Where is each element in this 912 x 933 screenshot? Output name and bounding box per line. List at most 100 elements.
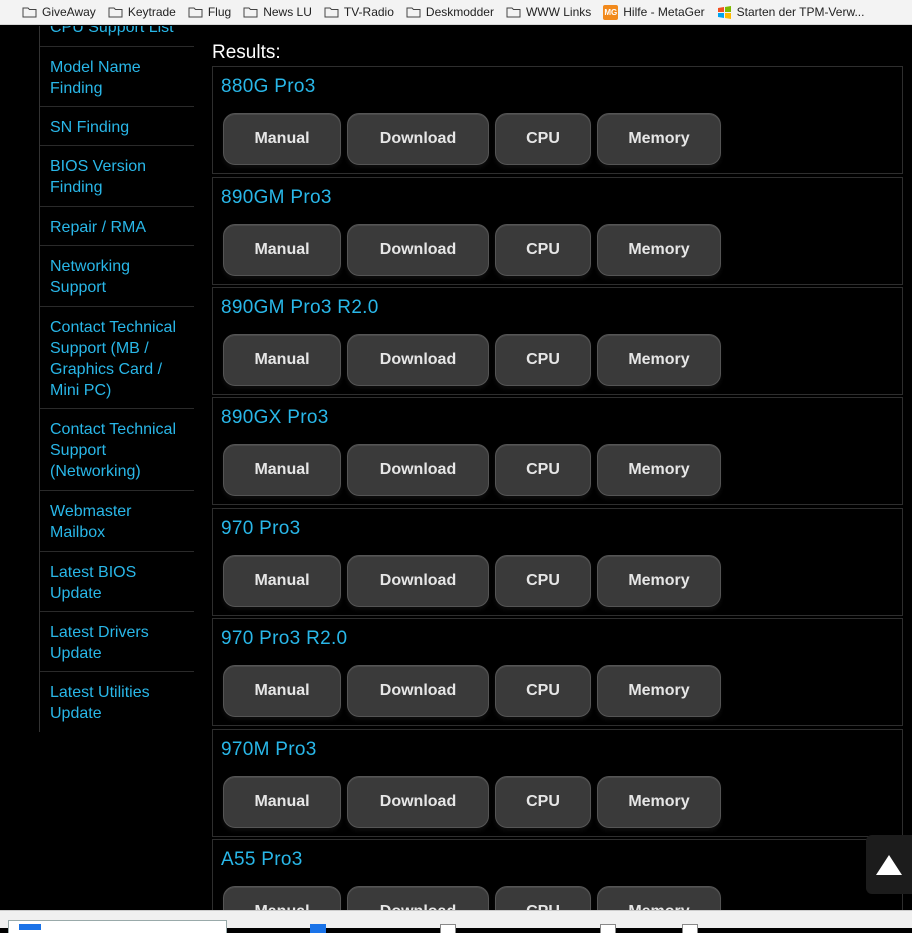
download-button[interactable]: Download: [347, 776, 489, 828]
memory-button[interactable]: Memory: [597, 665, 721, 717]
folder-icon: [22, 6, 37, 18]
windows-flag-icon: [717, 5, 732, 20]
sidebar-item-bios-version-finding[interactable]: BIOS Version Finding: [40, 146, 194, 207]
sidebar-item-label: Model Name: [50, 59, 141, 76]
cpu-button[interactable]: CPU: [495, 886, 591, 910]
bookmark-tpm[interactable]: Starten der TPM-Verw...: [717, 5, 865, 20]
product-title[interactable]: 880G Pro3: [221, 76, 316, 98]
product-title[interactable]: 890GM Pro3: [221, 187, 332, 209]
arrow-up-icon: [876, 854, 902, 875]
sidebar-item-repair-rma[interactable]: Repair / RMA: [40, 207, 194, 246]
sidebar-item-label: Latest Utilities: [50, 684, 150, 701]
product-actions: Manual Download CPU Memory: [223, 665, 727, 717]
download-button[interactable]: Download: [347, 224, 489, 276]
memory-button[interactable]: Memory: [597, 886, 721, 910]
sidebar-item-latest-utilities-update[interactable]: Latest Utilities Update: [40, 672, 194, 732]
manual-button[interactable]: Manual: [223, 444, 341, 496]
bottom-checkbox[interactable]: [440, 924, 456, 933]
bottom-field[interactable]: [8, 920, 227, 933]
sidebar-item-label: Finding: [50, 80, 103, 97]
product-actions: Manual Download CPU Memory: [223, 776, 727, 828]
cpu-button[interactable]: CPU: [495, 334, 591, 386]
product-title[interactable]: 970M Pro3: [221, 739, 317, 761]
bottom-status-strip: [0, 910, 912, 933]
product-actions: Manual Download CPU Memory: [223, 886, 727, 910]
manual-button[interactable]: Manual: [223, 776, 341, 828]
manual-button[interactable]: Manual: [223, 113, 341, 165]
sidebar-item-label: Networking: [50, 258, 131, 275]
product-title[interactable]: 970 Pro3 R2.0: [221, 628, 347, 650]
memory-button[interactable]: Memory: [597, 113, 721, 165]
manual-button[interactable]: Manual: [223, 334, 341, 386]
download-button[interactable]: Download: [347, 444, 489, 496]
sidebar-item-model-name-finding[interactable]: Model Name Finding: [40, 47, 194, 107]
download-button[interactable]: Download: [347, 555, 489, 607]
product-actions: Manual Download CPU Memory: [223, 444, 727, 496]
sidebar-item-label: Repair / RMA: [50, 219, 147, 236]
download-button[interactable]: Download: [347, 665, 489, 717]
sidebar-item-latest-bios-update[interactable]: Latest BIOS Update: [40, 552, 194, 612]
sidebar-item-contact-tech-support-networking[interactable]: Contact Technical Support (Networking): [40, 409, 194, 491]
folder-icon: [324, 6, 339, 18]
bottom-checkbox[interactable]: [600, 924, 616, 933]
product-card-890gm-pro3-r2: 890GM Pro3 R2.0 Manual Download CPU Memo…: [212, 287, 903, 395]
memory-button[interactable]: Memory: [597, 334, 721, 386]
memory-button[interactable]: Memory: [597, 444, 721, 496]
download-button[interactable]: Download: [347, 334, 489, 386]
cpu-button[interactable]: CPU: [495, 555, 591, 607]
cpu-button[interactable]: CPU: [495, 444, 591, 496]
bookmark-label: Hilfe - MetaGer: [623, 5, 705, 19]
product-title[interactable]: 890GX Pro3: [221, 407, 329, 429]
sidebar-item-contact-tech-support-mb[interactable]: Contact Technical Support (MB / Graphics…: [40, 307, 194, 409]
cpu-button[interactable]: CPU: [495, 776, 591, 828]
bookmark-flug[interactable]: Flug: [188, 5, 231, 19]
sidebar-item-label: Contact Technical: [50, 421, 176, 438]
memory-button[interactable]: Memory: [597, 776, 721, 828]
cpu-button[interactable]: CPU: [495, 665, 591, 717]
bookmark-label: Flug: [207, 5, 232, 19]
bookmark-deskmodder[interactable]: Deskmodder: [406, 5, 494, 19]
cpu-button[interactable]: CPU: [495, 224, 591, 276]
sidebar-item-label: Support: [50, 279, 107, 296]
sidebar-item-label: Support: [50, 442, 107, 459]
product-card-970m-pro3: 970M Pro3 Manual Download CPU Memory: [212, 729, 903, 837]
sidebar-item-label: Webmaster: [50, 503, 132, 520]
bookmark-label: Keytrade: [127, 5, 176, 19]
bookmark-metager[interactable]: MG Hilfe - MetaGer: [603, 4, 705, 20]
memory-button[interactable]: Memory: [597, 224, 721, 276]
product-title[interactable]: 890GM Pro3 R2.0: [221, 297, 379, 319]
product-actions: Manual Download CPU Memory: [223, 224, 727, 276]
bottom-checkbox[interactable]: [682, 924, 698, 933]
manual-button[interactable]: Manual: [223, 224, 341, 276]
sidebar-item-networking-support[interactable]: Networking Support: [40, 246, 194, 307]
bookmark-keytrade[interactable]: Keytrade: [108, 5, 176, 19]
product-actions: Manual Download CPU Memory: [223, 555, 727, 607]
scroll-to-top-button[interactable]: [866, 835, 912, 894]
product-title[interactable]: A55 Pro3: [221, 849, 303, 871]
sidebar-item-label: Graphics Card /: [50, 361, 163, 378]
sidebar-item-label: BIOS Version: [50, 158, 147, 175]
product-card-880g-pro3: 880G Pro3 Manual Download CPU Memory: [212, 66, 903, 174]
manual-button[interactable]: Manual: [223, 555, 341, 607]
memory-button[interactable]: Memory: [597, 555, 721, 607]
sidebar-item-label: SN Finding: [50, 119, 130, 136]
folder-icon: [188, 6, 203, 18]
bookmark-www-links[interactable]: WWW Links: [506, 5, 591, 19]
cpu-button[interactable]: CPU: [495, 113, 591, 165]
product-title[interactable]: 970 Pro3: [221, 518, 301, 540]
sidebar-item-latest-drivers-update[interactable]: Latest Drivers Update: [40, 612, 194, 672]
bookmark-news-lu[interactable]: News LU: [243, 5, 312, 19]
bookmark-tv-radio[interactable]: TV-Radio: [324, 5, 394, 19]
bookmark-label: Starten der TPM-Verw...: [736, 5, 865, 19]
folder-icon: [108, 6, 123, 18]
sidebar-item-cpu-support-list[interactable]: CPU Support List: [40, 26, 194, 47]
bookmark-giveaway[interactable]: GiveAway: [22, 5, 96, 19]
sidebar-item-sn-finding[interactable]: SN Finding: [40, 107, 194, 146]
download-button[interactable]: Download: [347, 886, 489, 910]
sidebar-item-webmaster-mailbox[interactable]: Webmaster Mailbox: [40, 491, 194, 552]
download-button[interactable]: Download: [347, 113, 489, 165]
product-card-a55-pro3: A55 Pro3 Manual Download CPU Memory: [212, 839, 903, 910]
manual-button[interactable]: Manual: [223, 886, 341, 910]
product-card-890gx-pro3: 890GX Pro3 Manual Download CPU Memory: [212, 397, 903, 505]
manual-button[interactable]: Manual: [223, 665, 341, 717]
